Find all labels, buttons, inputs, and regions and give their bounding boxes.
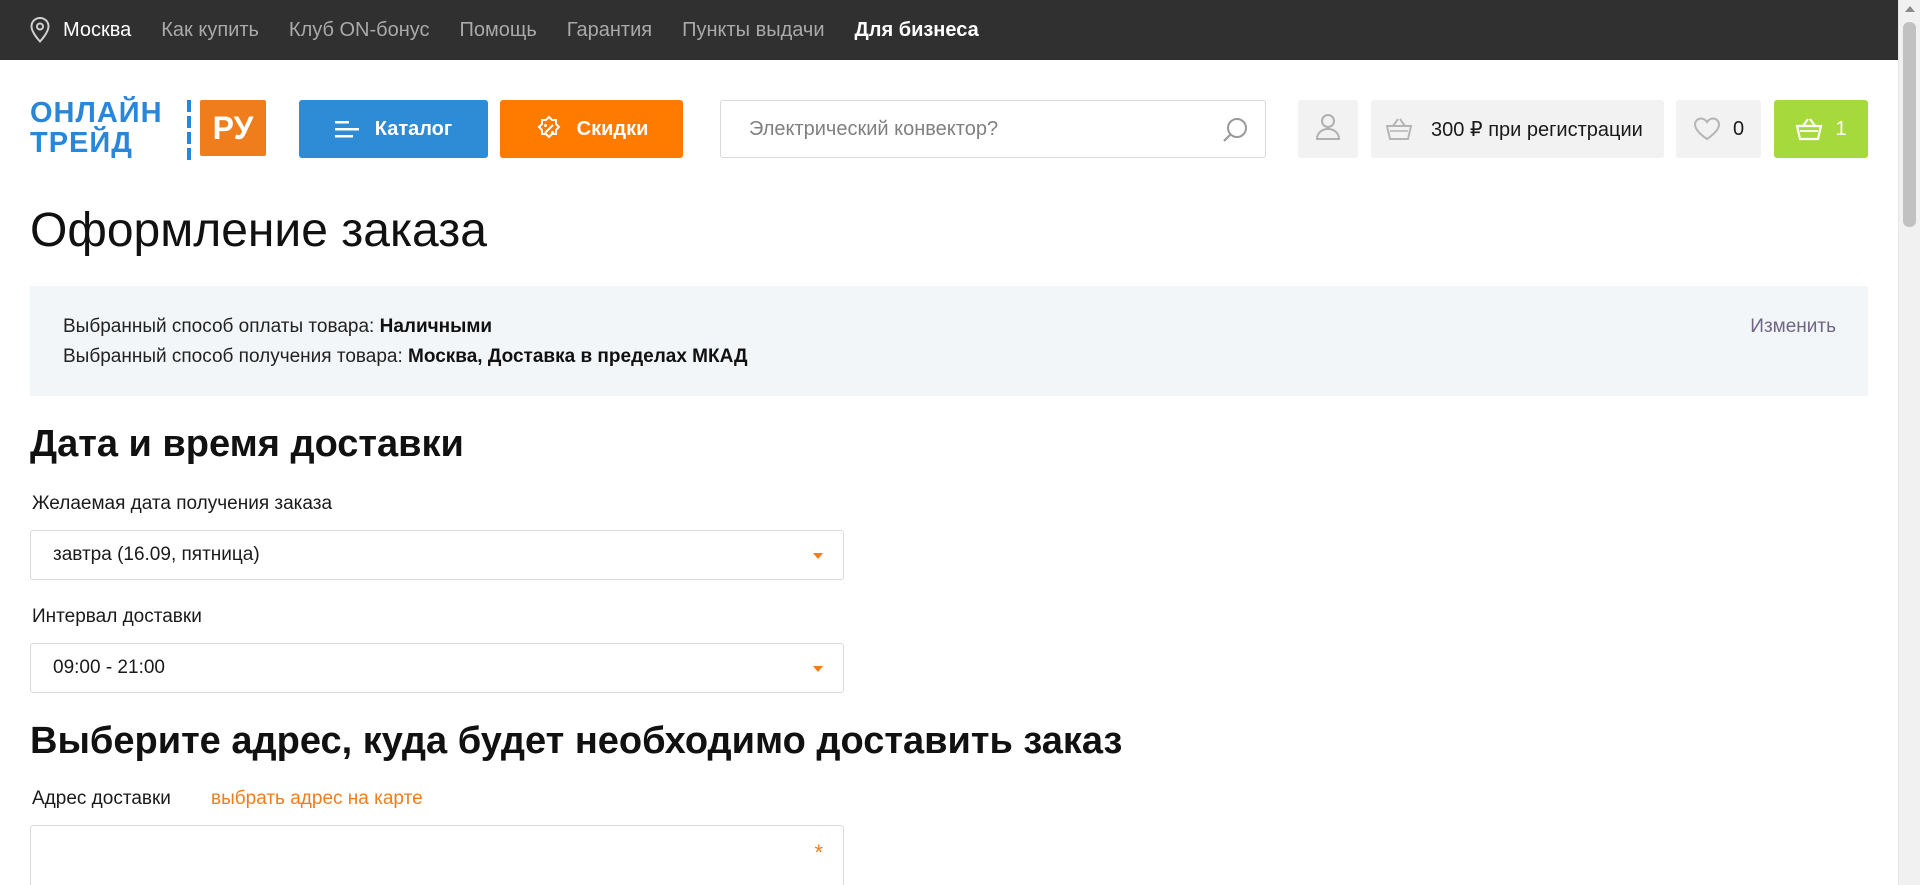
scroll-up-arrow-icon[interactable] [1905, 6, 1915, 12]
catalog-button-label: Каталог [374, 117, 453, 140]
cart-count: 1 [1835, 117, 1847, 140]
interval-select[interactable]: 09:00 - 21:00 [30, 643, 844, 693]
delivery-datetime-title: Дата и время доставки [30, 423, 464, 465]
registration-bonus-button[interactable]: 300 ₽ при регистрации [1371, 100, 1664, 158]
favorites-count: 0 [1732, 117, 1745, 140]
nav-link-business[interactable]: Для бизнеса [855, 19, 979, 42]
user-icon [1315, 112, 1341, 146]
page-scrollbar[interactable] [1898, 0, 1920, 885]
chevron-down-icon [813, 666, 823, 672]
search-box [720, 100, 1266, 158]
nav-link-help[interactable]: Помощь [460, 19, 537, 42]
logo-line-2: ТРЕЙД [30, 127, 133, 159]
address-field: * [30, 825, 844, 885]
date-select-value: завтра (16.09, пятница) [53, 544, 260, 565]
nav-link-bonus-club[interactable]: Клуб ON-бонус [289, 19, 430, 42]
scrollbar-thumb[interactable] [1903, 22, 1916, 227]
logo-text: ОНЛАЙН ТРЕЙД [30, 98, 163, 158]
catalog-button[interactable]: Каталог [299, 100, 488, 158]
registration-bonus-label: 300 ₽ при регистрации [1431, 118, 1643, 141]
top-bar: Москва Как купить Клуб ON-бонус Помощь Г… [0, 0, 1898, 60]
nav-link-warranty[interactable]: Гарантия [567, 19, 652, 42]
delivery-method-value: Москва, Доставка в пределах МКАД [408, 346, 748, 367]
nav-link-pickup-points[interactable]: Пункты выдачи [682, 19, 824, 42]
logo-bars [187, 100, 191, 160]
chevron-down-icon [813, 553, 823, 559]
order-summary-box: Выбранный способ оплаты товара: Наличным… [30, 286, 1868, 396]
change-link[interactable]: Изменить [1750, 316, 1836, 338]
page-title: Оформление заказа [30, 204, 487, 257]
heart-icon [1693, 117, 1721, 141]
discounts-button-label: Скидки [576, 117, 649, 140]
address-input[interactable] [31, 826, 791, 885]
payment-method-prefix: Выбранный способ оплаты товара: [63, 316, 380, 337]
favorites-button[interactable]: 0 [1676, 100, 1761, 158]
location-pin-icon[interactable] [30, 17, 52, 43]
basket-icon [1385, 117, 1413, 141]
interval-select-value: 09:00 - 21:00 [53, 657, 165, 678]
logo-line-1: ОНЛАЙН [30, 97, 163, 129]
cart-basket-icon [1795, 117, 1823, 141]
date-label: Желаемая дата получения заказа [32, 493, 333, 514]
interval-label: Интервал доставки [32, 606, 202, 627]
search-icon[interactable] [1221, 116, 1249, 149]
site-header: ОНЛАЙН ТРЕЙД РУ Каталог Скидки 300 ₽ при… [0, 60, 1898, 190]
city-selector[interactable]: Москва [63, 19, 131, 42]
payment-method-value: Наличными [379, 316, 493, 337]
select-on-map-link[interactable]: выбрать адрес на карте [211, 788, 423, 810]
menu-lines-icon [334, 119, 361, 139]
delivery-method-prefix: Выбранный способ получения товара: [63, 346, 409, 367]
cart-button[interactable]: 1 [1774, 100, 1868, 158]
payment-method-line: Выбранный способ оплаты товара: Наличным… [63, 316, 492, 338]
search-input[interactable] [721, 101, 1201, 157]
account-button[interactable] [1298, 100, 1358, 158]
discounts-button[interactable]: Скидки [500, 100, 683, 158]
site-logo[interactable]: ОНЛАЙН ТРЕЙД РУ [30, 98, 266, 160]
logo-ru-badge: РУ [200, 100, 266, 156]
date-select[interactable]: завтра (16.09, пятница) [30, 530, 844, 580]
address-section-title: Выберите адрес, куда будет необходимо до… [30, 720, 1123, 762]
percent-badge-icon [535, 115, 563, 143]
nav-link-how-to-buy[interactable]: Как купить [161, 19, 259, 42]
required-mark: * [814, 840, 823, 865]
address-label: Адрес доставки [32, 788, 171, 809]
delivery-method-line: Выбранный способ получения товара: Москв… [63, 346, 748, 368]
